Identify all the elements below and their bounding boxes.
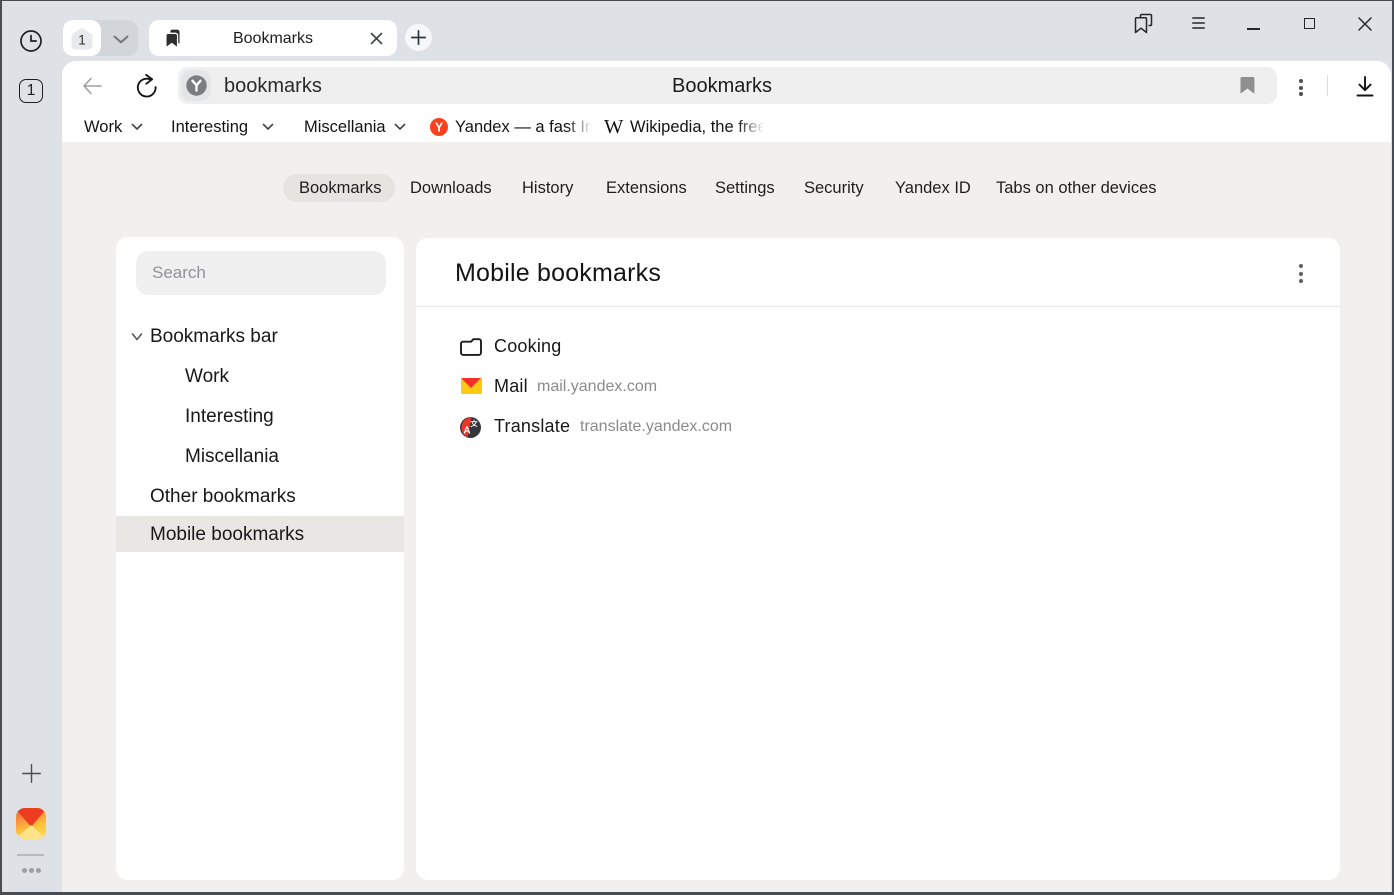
svg-text:Y: Y [435,121,444,135]
svg-text:1: 1 [78,32,86,47]
svg-text:A: A [463,425,470,436]
